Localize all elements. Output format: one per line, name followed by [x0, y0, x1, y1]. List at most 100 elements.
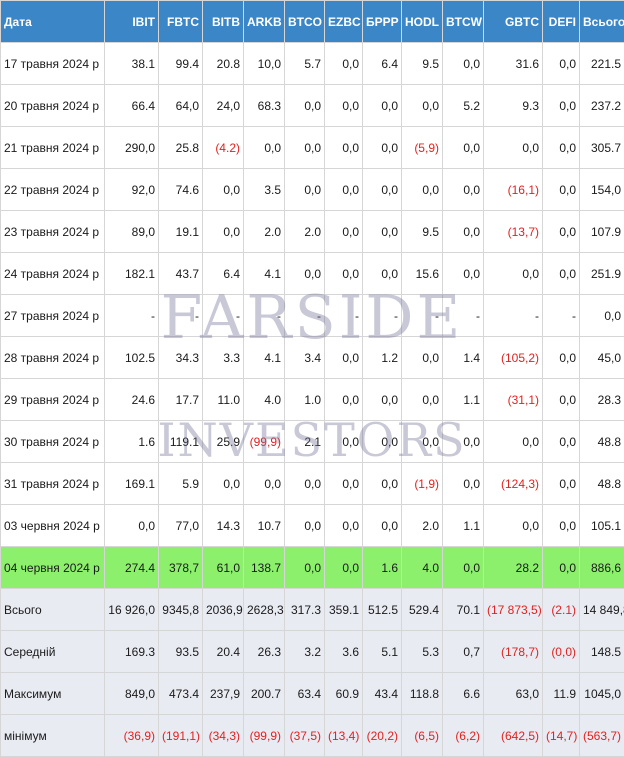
table-cell: 38.1 [105, 43, 159, 85]
table-cell: 0,0 [443, 211, 484, 253]
table-cell: 317.3 [285, 589, 325, 631]
highlighted-row: 04 червня 2024 р274.4378,761,0138.70,00,… [1, 547, 624, 589]
table-cell: 0,0 [543, 547, 580, 589]
column-header[interactable]: BTCO [285, 1, 325, 43]
column-header[interactable]: HODL [402, 1, 443, 43]
table-cell: 274.4 [105, 547, 159, 589]
table-cell: 48.8 [580, 421, 624, 463]
table-cell: - [203, 295, 244, 337]
table-cell: 378,7 [159, 547, 203, 589]
summary-row: Середній169.393.520.426.33.23.65.15.30,7… [1, 631, 624, 673]
column-header[interactable]: IBIT [105, 1, 159, 43]
table-cell: 9.5 [402, 43, 443, 85]
row-label: 21 травня 2024 р [1, 127, 105, 169]
table-cell: 17.7 [159, 379, 203, 421]
table-cell: 0,0 [443, 127, 484, 169]
table-cell: 138.7 [244, 547, 285, 589]
table-cell: 34.3 [159, 337, 203, 379]
row-label: 22 травня 2024 р [1, 169, 105, 211]
table-row: 28 травня 2024 р102.534.33.34.13.40,01.2… [1, 337, 624, 379]
row-label: Середній [1, 631, 105, 673]
table-cell: 305.7 [580, 127, 624, 169]
table-cell: 10,0 [244, 43, 285, 85]
table-cell: 0,0 [325, 253, 363, 295]
table-cell: (124,3) [484, 463, 543, 505]
table-cell: 24.6 [105, 379, 159, 421]
table-cell: 60.9 [325, 673, 363, 715]
table-cell: 10.7 [244, 505, 285, 547]
table-cell: 529.4 [402, 589, 443, 631]
column-header[interactable]: Всього [580, 1, 624, 43]
table-cell: 0,0 [363, 169, 402, 211]
table-cell: 25.9 [203, 421, 244, 463]
table-cell: 0,0 [285, 505, 325, 547]
table-row: 03 червня 2024 р0,077,014.310.70,00,00,0… [1, 505, 624, 547]
table-cell: (105,2) [484, 337, 543, 379]
table-cell: 5.3 [402, 631, 443, 673]
table-cell: 5.1 [363, 631, 402, 673]
table-cell: 3.4 [285, 337, 325, 379]
table-cell: 0,0 [285, 463, 325, 505]
table-cell: (13,7) [484, 211, 543, 253]
row-label: 28 травня 2024 р [1, 337, 105, 379]
table-cell: - [285, 295, 325, 337]
summary-row: Всього16 926,09345,82036,92628,3317.3359… [1, 589, 624, 631]
table-cell: 9.3 [484, 85, 543, 127]
table-cell: 0,0 [543, 421, 580, 463]
table-cell: 4.1 [244, 337, 285, 379]
row-label: 03 червня 2024 р [1, 505, 105, 547]
table-cell: 0,0 [285, 169, 325, 211]
column-header[interactable]: БРРР [363, 1, 402, 43]
table-cell: 0,0 [363, 127, 402, 169]
table-cell: 0,0 [402, 85, 443, 127]
table-cell: 0,0 [543, 463, 580, 505]
table-row: 21 травня 2024 р290,025.8(4.2)0,00,00,00… [1, 127, 624, 169]
table-cell: 0,0 [244, 127, 285, 169]
table-cell: 0,0 [363, 463, 402, 505]
table-cell: 74.6 [159, 169, 203, 211]
column-header[interactable]: DEFI [543, 1, 580, 43]
table-row: 29 травня 2024 р24.617.711.04.01.00,00,0… [1, 379, 624, 421]
table-cell: 105.1 [580, 505, 624, 547]
table-cell: (2.1) [543, 589, 580, 631]
table-cell: 0,0 [484, 127, 543, 169]
table-row: 23 травня 2024 р89,019.10,02.02.00,00,09… [1, 211, 624, 253]
table-cell: 0,0 [543, 127, 580, 169]
table-cell: 0,0 [484, 421, 543, 463]
column-header[interactable]: FBTC [159, 1, 203, 43]
table-cell: 6.6 [443, 673, 484, 715]
table-cell: 0,0 [325, 547, 363, 589]
table-row: 27 травня 2024 р-----------0,0 [1, 295, 624, 337]
column-header[interactable]: BITB [203, 1, 244, 43]
table-cell: 290,0 [105, 127, 159, 169]
table-cell: 0,0 [363, 421, 402, 463]
column-header[interactable]: Дата [1, 1, 105, 43]
table-cell: 0,0 [443, 169, 484, 211]
table-cell: (20,2) [363, 715, 402, 757]
table-cell: 0,0 [325, 337, 363, 379]
table-cell: 1.1 [443, 505, 484, 547]
column-header[interactable]: ARKB [244, 1, 285, 43]
table-cell: 0,0 [325, 127, 363, 169]
table-cell: 0,0 [203, 211, 244, 253]
table-cell: 102.5 [105, 337, 159, 379]
table-cell: 2.1 [285, 421, 325, 463]
table-cell: 15.6 [402, 253, 443, 295]
column-header[interactable]: GBTC [484, 1, 543, 43]
table-cell: 1.2 [363, 337, 402, 379]
table-cell: 0,0 [543, 253, 580, 295]
table-cell: 5.7 [285, 43, 325, 85]
column-header[interactable]: BTCW [443, 1, 484, 43]
table-cell: 200.7 [244, 673, 285, 715]
table-cell: 66.4 [105, 85, 159, 127]
table-cell: 0,0 [363, 85, 402, 127]
table-cell: (13,4) [325, 715, 363, 757]
table-cell: 93.5 [159, 631, 203, 673]
column-header[interactable]: EZBC [325, 1, 363, 43]
table-cell: 0,0 [443, 253, 484, 295]
table-cell: 9345,8 [159, 589, 203, 631]
table-cell: 4.0 [402, 547, 443, 589]
table-cell: 0,0 [363, 211, 402, 253]
table-cell: 0,0 [203, 463, 244, 505]
table-cell: 0,0 [325, 421, 363, 463]
